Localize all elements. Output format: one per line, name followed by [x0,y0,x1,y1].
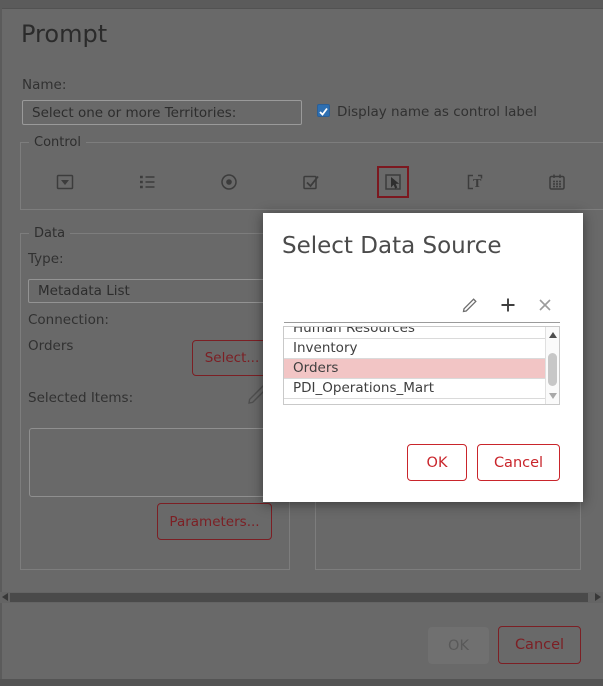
scroll-down-arrow-icon[interactable] [549,393,557,399]
window-bottom-edge [0,679,603,686]
data-source-item-selected[interactable]: Orders [284,359,547,379]
parameters-button[interactable]: Parameters... [157,503,272,540]
select-data-source-modal: Select Data Source Human Resources Inven… [263,213,583,502]
close-icon[interactable] [536,296,554,314]
modal-cancel-button[interactable]: Cancel [477,444,560,481]
window-left-edge [0,0,2,686]
checkbox-icon[interactable] [301,172,321,192]
page-title: Prompt [21,20,107,48]
window-top-edge [0,0,603,9]
text-field-icon[interactable]: T [465,172,485,192]
modal-title: Select Data Source [282,233,502,259]
selected-items-listbox[interactable] [29,428,285,497]
type-select[interactable]: Metadata List [28,279,285,303]
radio-button-icon[interactable] [219,172,239,192]
connection-label: Connection: [28,312,109,328]
list-vertical-scrollbar[interactable] [545,327,559,404]
calendar-icon[interactable] [547,172,567,192]
connection-value: Orders [28,338,73,354]
list-scrollbar-thumb[interactable] [548,353,557,386]
list-picker-icon[interactable] [383,172,403,192]
check-icon [318,106,329,117]
svg-text:T: T [473,177,482,190]
modal-divider [284,322,560,323]
name-input[interactable] [22,100,302,125]
horizontal-scrollbar[interactable] [0,592,603,603]
dropdown-icon[interactable] [55,172,75,192]
type-label: Type: [28,251,64,267]
list-icon[interactable] [137,172,157,192]
display-name-checkbox[interactable] [317,104,330,117]
scroll-right-arrow-icon[interactable] [595,593,601,601]
data-source-item[interactable]: Inventory [284,339,547,359]
display-name-checkbox-label: Display name as control label [337,104,537,120]
add-icon[interactable] [499,296,517,314]
dialog-cancel-button[interactable]: Cancel [498,626,581,664]
scroll-up-arrow-icon[interactable] [549,332,557,338]
edit-icon[interactable] [461,296,479,314]
data-source-listbox: Human Resources Inventory Orders PDI_Ope… [283,326,560,405]
selected-items-label: Selected Items: [28,390,133,406]
data-group-legend: Data [29,226,70,241]
prompt-dialog-screen: Prompt Name: Display name as control lab… [0,0,603,686]
data-source-items: Human Resources Inventory Orders PDI_Ope… [284,327,547,399]
select-connection-button[interactable]: Select... [192,340,272,376]
horizontal-scrollbar-thumb[interactable] [10,593,588,602]
data-source-item[interactable]: Human Resources [284,326,547,339]
control-group-legend: Control [29,135,86,150]
dialog-ok-button[interactable]: OK [428,627,489,664]
scroll-left-arrow-icon[interactable] [2,593,8,601]
modal-ok-button[interactable]: OK [407,444,467,481]
data-source-item[interactable]: PDI_Operations_Mart [284,379,547,399]
name-label: Name: [22,77,66,93]
